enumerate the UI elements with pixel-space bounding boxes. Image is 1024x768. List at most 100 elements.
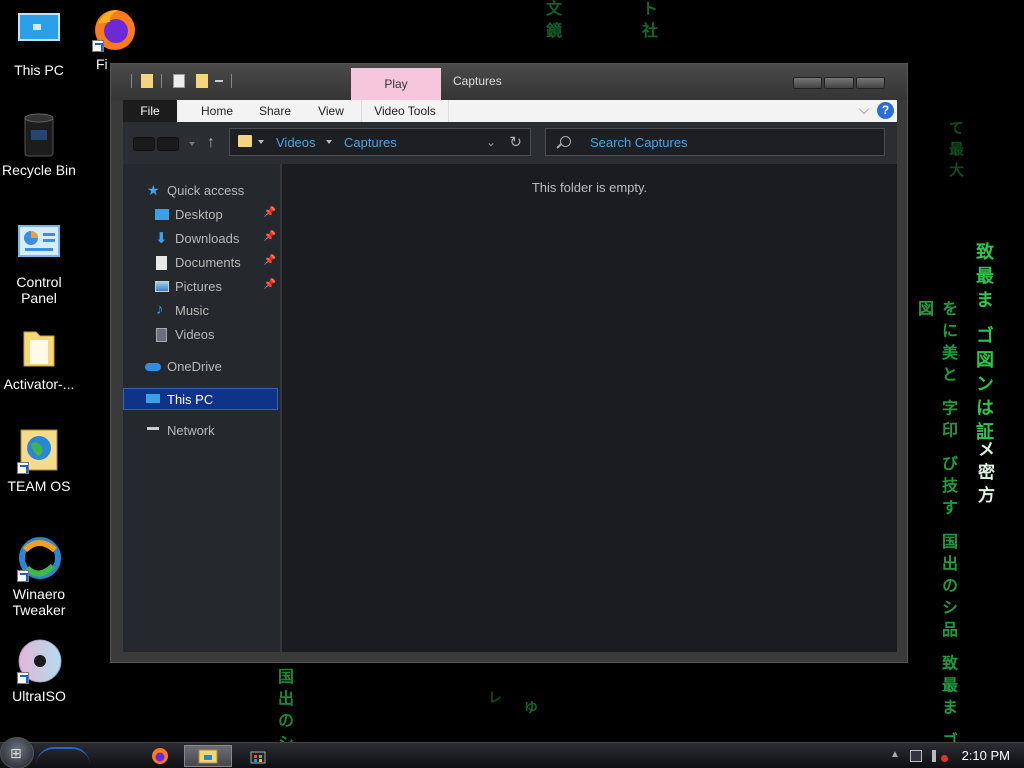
wallpaper-glyphs: ゆ xyxy=(522,700,538,720)
caption-buttons xyxy=(793,77,885,89)
forward-button[interactable] xyxy=(157,137,179,151)
music-icon: ♪ xyxy=(156,301,164,318)
sidebar-item-pictures[interactable]: Pictures 📌 xyxy=(123,276,278,298)
refresh-icon[interactable]: ↻ xyxy=(509,133,522,151)
sidebar-item-this-pc[interactable]: This PC xyxy=(123,388,278,410)
sidebar-item-quick-access[interactable]: ★ Quick access xyxy=(123,180,278,202)
customize-quick-access-icon[interactable] xyxy=(215,80,223,86)
disc-icon xyxy=(17,638,62,684)
navigation-pane: ★ Quick access Desktop 📌 ⬇ Downloads 📌 D… xyxy=(123,164,280,652)
desktop-icon-label: Winaero Tweaker xyxy=(12,586,66,618)
desktop-icon-ultraiso[interactable]: UltraISO xyxy=(0,638,79,704)
desktop-icon xyxy=(155,209,169,220)
new-folder-icon[interactable] xyxy=(196,74,208,88)
network-icon xyxy=(147,427,159,435)
maximize-button[interactable] xyxy=(824,77,854,89)
recent-locations-dropdown-icon[interactable] xyxy=(189,142,195,146)
show-hidden-icons-chevron-icon[interactable]: ▲ xyxy=(890,749,902,761)
search-icon xyxy=(560,136,571,147)
tab-share[interactable]: Share xyxy=(251,100,299,122)
window-title: Captures xyxy=(453,74,502,88)
sidebar-item-downloads[interactable]: ⬇ Downloads 📌 xyxy=(123,228,278,250)
minimize-button[interactable] xyxy=(793,77,823,89)
wallpaper-glyphs: レ xyxy=(486,690,502,710)
pictures-icon xyxy=(155,281,169,292)
monitor-icon xyxy=(17,12,61,56)
start-button[interactable]: ⊞ xyxy=(0,737,34,768)
folder-icon xyxy=(17,326,61,370)
star-icon: ★ xyxy=(147,182,160,198)
desktop-icon-winaero[interactable]: Winaero Tweaker xyxy=(0,536,79,618)
desktop-icon-team-os[interactable]: TEAM OS xyxy=(0,428,79,494)
store-icon[interactable] xyxy=(248,746,270,766)
desktop-icon-label: TEAM OS xyxy=(7,478,71,494)
firefox-icon xyxy=(92,6,136,52)
tab-home[interactable]: Home xyxy=(191,100,243,122)
pin-icon[interactable]: 📌 xyxy=(264,207,276,218)
file-list-pane[interactable]: This folder is empty. xyxy=(282,164,897,652)
windows-logo-icon: ⊞ xyxy=(10,745,22,761)
folder-icon[interactable] xyxy=(141,74,153,88)
sidebar-item-music[interactable]: ♪ Music xyxy=(123,300,278,322)
sidebar-item-desktop[interactable]: Desktop 📌 xyxy=(123,204,278,226)
desktop-icon-label: Control Panel xyxy=(16,274,62,306)
recycle-bin-icon xyxy=(17,112,61,157)
firefox-icon[interactable] xyxy=(150,746,172,766)
tab-file[interactable]: File xyxy=(123,100,177,122)
network-icon[interactable] xyxy=(910,750,922,762)
search-input[interactable]: Search Captures xyxy=(545,128,885,156)
sidebar-item-documents[interactable]: Documents 📌 xyxy=(123,252,278,274)
control-panel-icon xyxy=(17,224,61,268)
desktop-icon-label: UltraISO xyxy=(12,688,66,704)
wallpaper-glyphs: ト社 xyxy=(639,0,658,44)
document-icon xyxy=(156,256,167,270)
pin-icon[interactable]: 📌 xyxy=(264,279,276,290)
desktop-icon-label: This PC xyxy=(14,62,64,78)
taskbar: ⊞ ▲ 2:10 PM xyxy=(0,737,1024,768)
wallpaper-glyphs: 致最ま ゴ図ンは証 xyxy=(973,242,994,447)
download-icon: ⬇ xyxy=(155,230,168,247)
file-explorer-icon[interactable] xyxy=(184,745,232,767)
tab-view[interactable]: View xyxy=(307,100,355,122)
close-button[interactable] xyxy=(855,77,885,89)
globe-icon xyxy=(17,428,61,474)
properties-icon[interactable] xyxy=(173,74,185,88)
sidebar-item-network[interactable]: Network xyxy=(123,420,278,442)
pin-icon[interactable]: 📌 xyxy=(264,255,276,266)
address-history-chevron-icon[interactable]: ⌄ xyxy=(486,135,496,149)
cloud-icon xyxy=(145,363,161,371)
videos-icon xyxy=(156,328,167,342)
tab-video-tools[interactable]: Video Tools xyxy=(361,100,449,122)
wallpaper-glyphs: メ密方 xyxy=(974,440,994,509)
contextual-tab-play[interactable]: Play xyxy=(351,68,441,100)
computer-icon xyxy=(146,394,160,403)
desktop-icon-control-panel[interactable]: Control Panel xyxy=(0,224,79,306)
sidebar-item-onedrive[interactable]: OneDrive xyxy=(123,356,278,378)
wallpaper-glyphs: をに美と 字印 び技す 国出のシ品 致最ま ゴ図 xyxy=(915,300,958,754)
taskbar-decoration xyxy=(36,747,90,765)
search-placeholder: Search Captures xyxy=(590,135,688,150)
taskbar-clock[interactable]: 2:10 PM xyxy=(962,748,1010,763)
title-bar[interactable]: Play Captures xyxy=(111,64,907,100)
wallpaper-glyphs: て最大 xyxy=(947,120,965,183)
up-arrow-icon[interactable]: ↑ xyxy=(207,134,215,152)
help-button[interactable]: ? xyxy=(877,102,894,119)
navigation-bar: ↑ Videos Captures ⌄ ↻ Search Captures xyxy=(123,122,897,164)
desktop-icon-label: Recycle Bin xyxy=(2,162,76,178)
breadcrumb-videos[interactable]: Videos xyxy=(276,135,316,150)
ribbon-tabs: File Home Share View Video Tools ? xyxy=(123,100,897,122)
breadcrumb-captures[interactable]: Captures xyxy=(344,135,397,150)
desktop-icon-this-pc[interactable]: This PC xyxy=(0,12,79,78)
desktop-icon-label: Activator-... xyxy=(3,376,75,392)
chevron-down-icon[interactable] xyxy=(326,140,332,144)
back-button[interactable] xyxy=(133,137,155,151)
expand-ribbon-chevron-icon[interactable] xyxy=(859,104,869,114)
mute-x-icon xyxy=(941,755,948,762)
winaero-icon xyxy=(17,536,61,582)
desktop-icon-recycle-bin[interactable]: Recycle Bin xyxy=(0,112,79,178)
sidebar-item-videos[interactable]: Videos xyxy=(123,324,278,346)
desktop-icon-activator[interactable]: Activator-... xyxy=(0,326,79,392)
chevron-down-icon[interactable] xyxy=(258,140,264,144)
address-bar[interactable]: Videos Captures ⌄ ↻ xyxy=(229,128,531,156)
pin-icon[interactable]: 📌 xyxy=(264,231,276,242)
